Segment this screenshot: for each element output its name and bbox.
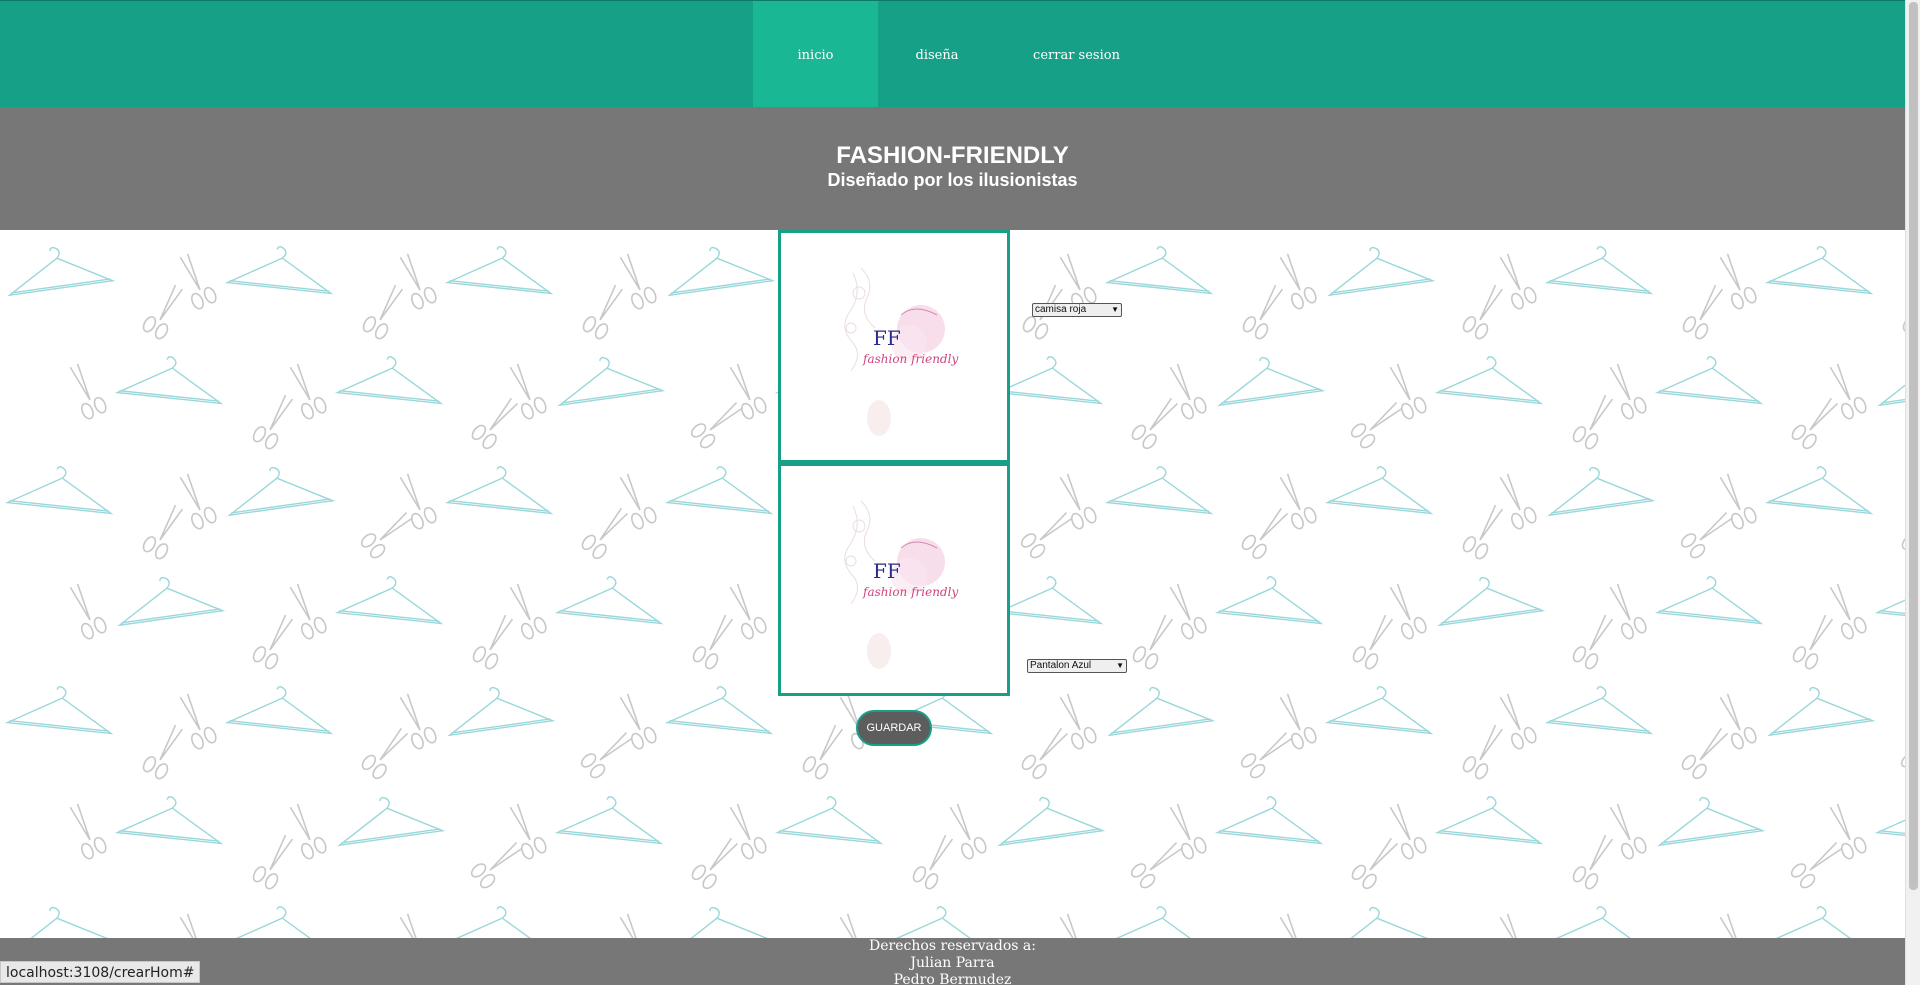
page: inicio diseña cerrar sesion FASHION-FRIE… [0,0,1905,985]
bottom-garment-preview: FF fashion friendly [778,463,1010,696]
footer-rights: Derechos reservados a: [869,938,1036,954]
logo-monogram: FF [873,326,901,350]
site-subtitle: Diseñado por los ilusionistas [827,170,1078,190]
header-banner: FASHION-FRIENDLY Diseñado por los ilusio… [0,107,1905,230]
nav-item-cerrar-sesion[interactable]: cerrar sesion [996,1,1157,109]
brand-logo-image: FF fashion friendly [844,267,958,436]
footer-author: Julian Parra [910,955,995,971]
bottom-garment-select[interactable]: Pantalon Azul ▼ [1027,659,1127,673]
nav-item-inicio[interactable]: inicio [753,1,878,109]
vertical-scrollbar[interactable] [1905,0,1920,985]
footer-author: Pedro Bermudez [893,972,1012,985]
scrollbar-thumb[interactable] [1909,2,1918,890]
logo-script: fashion friendly [862,585,958,599]
footer: Derechos reservados a: Julian Parra Pedr… [0,938,1905,985]
status-bar-url: localhost:3108/crearHom# [0,961,201,983]
chevron-down-icon: ▼ [1111,305,1119,314]
brand-logo-image: FF fashion friendly [844,500,958,669]
top-garment-select[interactable]: camisa roja ▼ [1032,303,1122,317]
nav-list: inicio diseña cerrar sesion [753,1,1157,109]
logo-script: fashion friendly [862,352,958,366]
nav-item-disena[interactable]: diseña [878,1,996,109]
bottom-garment-select-value: Pantalon Azul [1030,660,1092,671]
save-button[interactable]: GUARDAR [856,710,932,746]
chevron-down-icon: ▼ [1116,661,1124,670]
logo-monogram: FF [873,559,901,583]
top-garment-preview: FF fashion friendly [778,230,1010,463]
top-garment-select-value: camisa roja [1035,304,1087,315]
site-title: FASHION-FRIENDLY [836,142,1069,169]
top-navigation: inicio diseña cerrar sesion [0,0,1905,109]
